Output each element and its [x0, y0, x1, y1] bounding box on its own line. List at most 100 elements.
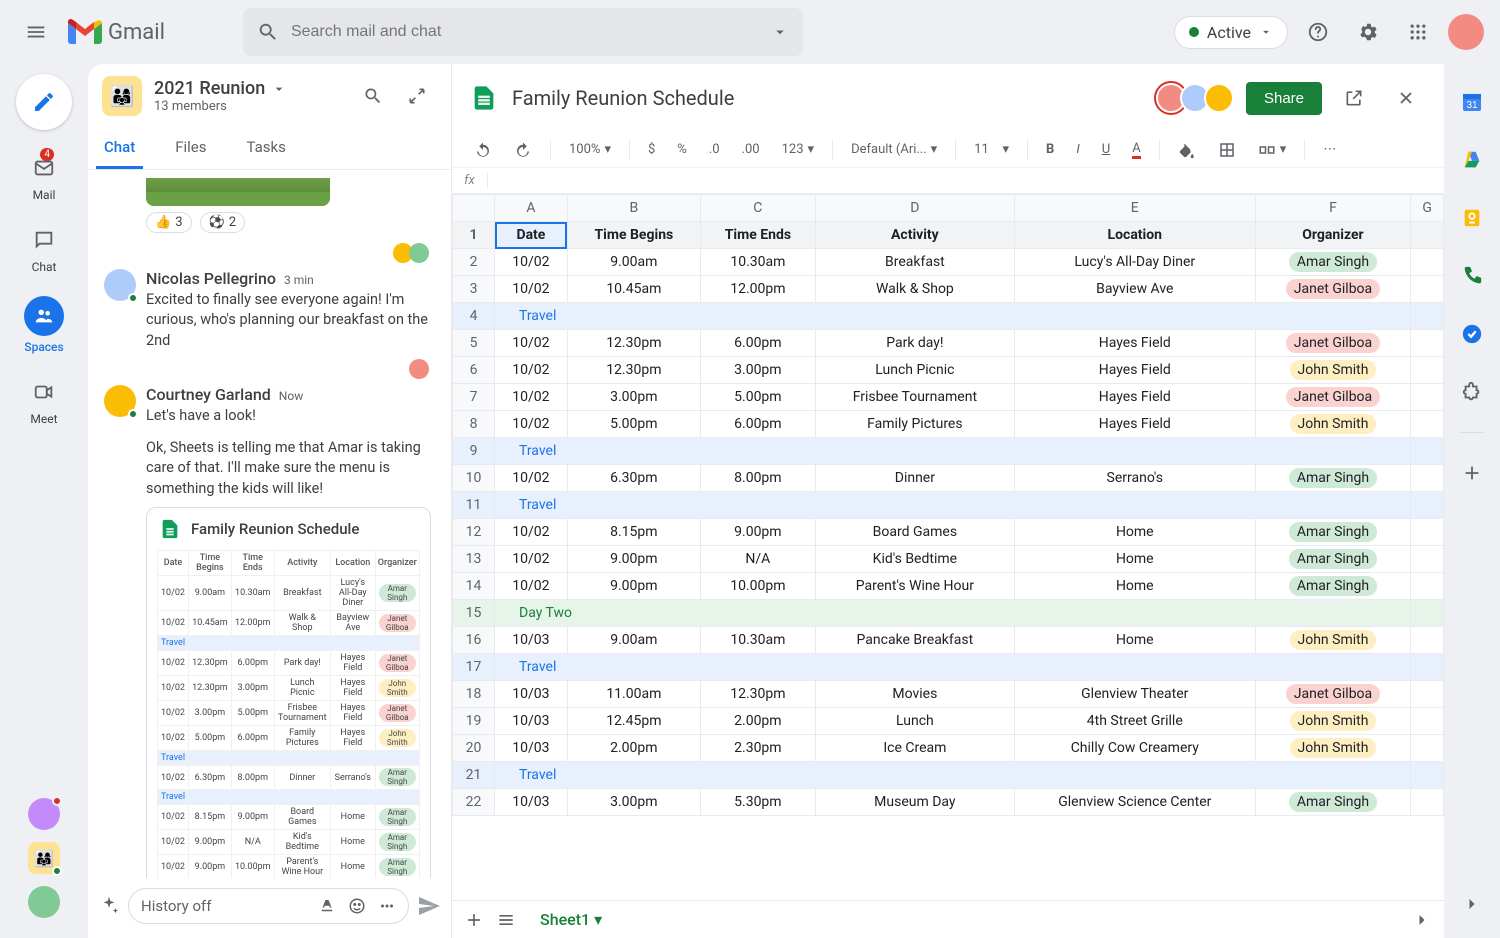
nav-chat[interactable]: Chat — [12, 224, 76, 274]
text-color-button[interactable]: A — [1128, 137, 1144, 163]
cell[interactable]: Janet Gilboa — [1255, 330, 1411, 357]
reaction[interactable]: 👍3 — [146, 212, 192, 233]
section-row[interactable]: Travel — [495, 303, 1411, 330]
account-avatar[interactable] — [1448, 14, 1484, 50]
row-header[interactable]: 19 — [453, 708, 495, 735]
cell[interactable]: Amar Singh — [1255, 546, 1411, 573]
fill-color-button[interactable] — [1174, 137, 1200, 163]
row-header[interactable]: 18 — [453, 681, 495, 708]
cell[interactable]: 11.00am — [567, 681, 700, 708]
cell[interactable]: 9.00pm — [567, 546, 700, 573]
row-header[interactable]: 12 — [453, 519, 495, 546]
cell[interactable]: 3.00pm — [700, 357, 815, 384]
reaction[interactable]: ⚽2 — [200, 212, 246, 233]
sparkle-icon[interactable] — [98, 895, 120, 917]
cell[interactable]: 10/03 — [495, 681, 568, 708]
support-button[interactable] — [1298, 12, 1338, 52]
cell[interactable]: Home — [1014, 519, 1255, 546]
section-row[interactable]: Travel — [495, 762, 1411, 789]
cell[interactable]: 10/02 — [495, 276, 568, 303]
cell[interactable]: 12.45pm — [567, 708, 700, 735]
row-header[interactable]: 17 — [453, 654, 495, 681]
space-search-button[interactable] — [353, 76, 393, 116]
cell[interactable]: 2.00pm — [567, 735, 700, 762]
header-cell[interactable]: Time Begins — [567, 222, 700, 249]
cell[interactable]: 9.00pm — [700, 519, 815, 546]
font-size-select[interactable]: 11 ▾ — [970, 138, 1013, 161]
section-row[interactable]: Day Two — [495, 600, 1411, 627]
cell[interactable]: Janet Gilboa — [1255, 384, 1411, 411]
cell[interactable]: 8.00pm — [700, 465, 815, 492]
cell[interactable]: 12.30pm — [700, 681, 815, 708]
cell[interactable]: Board Games — [815, 519, 1014, 546]
sender-avatar[interactable] — [104, 269, 136, 301]
row-header[interactable]: 3 — [453, 276, 495, 303]
share-button[interactable]: Share — [1246, 82, 1322, 115]
cell[interactable]: Janet Gilboa — [1255, 681, 1411, 708]
formula-bar[interactable]: fx — [452, 168, 1444, 194]
cell[interactable]: Hayes Field — [1014, 357, 1255, 384]
cell[interactable]: Glenview Science Center — [1014, 789, 1255, 816]
section-row[interactable]: Travel — [495, 492, 1411, 519]
cell[interactable]: Hayes Field — [1014, 330, 1255, 357]
presence-selector[interactable]: Active — [1174, 16, 1288, 49]
cell[interactable]: 10/02 — [495, 384, 568, 411]
cell[interactable]: 12.30pm — [567, 357, 700, 384]
cell[interactable]: 9.00am — [567, 627, 700, 654]
cell[interactable]: 10/02 — [495, 519, 568, 546]
collapse-button[interactable] — [397, 76, 437, 116]
cell[interactable]: Amar Singh — [1255, 789, 1411, 816]
borders-button[interactable] — [1214, 137, 1240, 163]
cell[interactable]: Amar Singh — [1255, 519, 1411, 546]
cell[interactable]: 10/02 — [495, 249, 568, 276]
percent-button[interactable]: % — [673, 138, 691, 161]
nav-spaces[interactable]: Spaces — [12, 296, 76, 354]
format-icon[interactable] — [318, 897, 336, 915]
column-header[interactable]: F — [1255, 195, 1411, 222]
cell[interactable]: Breakfast — [815, 249, 1014, 276]
cell[interactable]: Lunch — [815, 708, 1014, 735]
row-header[interactable]: 20 — [453, 735, 495, 762]
redo-button[interactable] — [510, 137, 536, 163]
cell[interactable]: 6.00pm — [700, 330, 815, 357]
expand-arrow[interactable] — [1412, 910, 1432, 930]
row-header[interactable]: 10 — [453, 465, 495, 492]
tab-files[interactable]: Files — [167, 128, 214, 169]
column-header[interactable]: E — [1014, 195, 1255, 222]
row-header[interactable]: 22 — [453, 789, 495, 816]
cell[interactable]: 8.15pm — [567, 519, 700, 546]
cell[interactable]: 10/03 — [495, 708, 568, 735]
cell[interactable]: Chilly Cow Creamery — [1014, 735, 1255, 762]
row-header[interactable]: 11 — [453, 492, 495, 519]
more-formats-button[interactable]: 123▾ — [778, 138, 818, 161]
cell[interactable]: John Smith — [1255, 627, 1411, 654]
cell[interactable]: Amar Singh — [1255, 465, 1411, 492]
cell[interactable]: 9.00pm — [567, 573, 700, 600]
underline-button[interactable]: U — [1098, 138, 1114, 161]
open-in-new-button[interactable] — [1334, 78, 1374, 118]
cell[interactable]: Amar Singh — [1255, 573, 1411, 600]
sheet-attachment-card[interactable]: Family Reunion Schedule DateTime BeginsT… — [146, 507, 431, 878]
row-header[interactable]: 14 — [453, 573, 495, 600]
inc-dec-button[interactable]: .00 — [738, 138, 764, 161]
pinned-avatar[interactable] — [28, 886, 60, 918]
cell[interactable]: Lucy's All-Day Diner — [1014, 249, 1255, 276]
pinned-space[interactable]: 👨‍👩‍👧 — [28, 842, 60, 874]
cell[interactable]: 12.00pm — [700, 276, 815, 303]
row-header[interactable]: 16 — [453, 627, 495, 654]
row-header[interactable]: 5 — [453, 330, 495, 357]
bold-button[interactable]: B — [1042, 138, 1058, 161]
sender-avatar[interactable] — [104, 385, 136, 417]
cell[interactable]: 12.30pm — [567, 330, 700, 357]
undo-button[interactable] — [470, 137, 496, 163]
apps-button[interactable] — [1398, 12, 1438, 52]
row-header[interactable]: 9 — [453, 438, 495, 465]
cell[interactable]: 4th Street Grille — [1014, 708, 1255, 735]
cell[interactable]: 10/02 — [495, 330, 568, 357]
cell[interactable]: John Smith — [1255, 357, 1411, 384]
row-header[interactable]: 8 — [453, 411, 495, 438]
row-header[interactable]: 13 — [453, 546, 495, 573]
cell[interactable]: 10/02 — [495, 357, 568, 384]
cell[interactable]: 10/02 — [495, 411, 568, 438]
cell[interactable]: N/A — [700, 546, 815, 573]
